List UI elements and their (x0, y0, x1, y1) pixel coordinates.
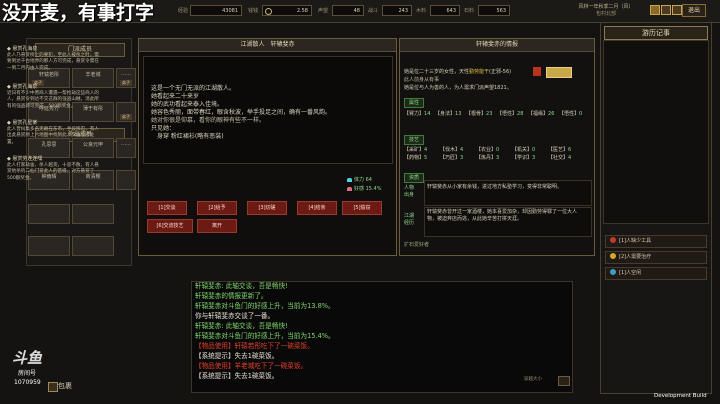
disciple-card[interactable]: …… (116, 138, 136, 158)
disciple-card[interactable] (28, 236, 70, 256)
alert-red-icon (610, 237, 616, 243)
story-line: 这是一个无门无派的江湖散人。 (151, 85, 236, 92)
npc-dialog: 江湖散人 轩辕斐赤 这是一个无门无派的江湖散人。 她看起来二十来岁 她的武功看起… (138, 38, 397, 256)
exchange-skill-button[interactable]: [6]交流技艺 (147, 219, 193, 233)
log-resize-handle[interactable] (558, 376, 570, 386)
log-line: 你与轩辕斐赤交谈了一番。 (195, 312, 275, 320)
journal-entries[interactable] (603, 40, 709, 224)
disciple-card[interactable]: 弟子…… (116, 68, 136, 88)
alert-blue-icon (610, 269, 616, 275)
stamina-icon (347, 178, 352, 182)
room-number: 1070959 (14, 379, 41, 386)
stat-battle: 战斗 243 (368, 5, 412, 16)
disciple-card[interactable]: 弟子 (116, 102, 136, 122)
story-line: 她对你很是仰慕，看你的眼神有些不一样。 (151, 117, 266, 124)
log-line: 【物品使用】羊老城吃下了一碗菜饭。 (195, 362, 308, 370)
disciple-card[interactable] (72, 236, 114, 256)
game-date: 风林一年秋季二月（风） (578, 4, 634, 10)
journal-entry[interactable]: ◆ 悬赏孔海泉 近日有不少中原商人遭遇一帮抢劫这些商人的人，悬赏令到达不交这群的强… (7, 84, 103, 110)
alert-icon[interactable] (533, 67, 541, 76)
stream-overlay-title: 没开麦，有事打字 (2, 2, 155, 24)
room-label: 房间号 (18, 370, 37, 377)
stat-wood: 木料 643 (416, 5, 460, 16)
log-line: 轩辕斐赤对斗鱼门的好感上升，当前为13.8%。 (195, 302, 335, 310)
talk-button[interactable]: [1]交谈 (147, 201, 187, 215)
alert-need-healing[interactable]: [2]人需要治疗 (605, 251, 707, 264)
coin-icon (265, 8, 272, 15)
bag-button[interactable]: 包裹 (58, 382, 72, 391)
alert-missing-tools[interactable]: [1]人缺少工具 (605, 235, 707, 248)
heart-icon (347, 187, 352, 191)
exit-button[interactable]: 退出 (682, 4, 706, 17)
npc-dialog-header: 江湖散人 轩辕斐赤 (139, 39, 396, 52)
log-line: 轩辕斐赤的情报更新了。 (195, 292, 268, 300)
journal-entry[interactable]: ◆ 悬赏孔海泉 此人乃悬赏榜上的要犯，至此人被杀之时，需要到达千古地界的那人方可完… (7, 46, 103, 72)
stat-money: 钱钱 2.58 (248, 5, 312, 16)
log-line: 轩辕斐赤: 此轴交谈，吾是畅快! (195, 282, 288, 290)
stat-stone: 石料 563 (464, 5, 510, 16)
info-header: 轩辕斐赤的情报 (400, 39, 594, 52)
story-line: 只见她： (151, 125, 176, 132)
disciple-card[interactable] (72, 204, 114, 224)
stat-fame: 声望 48 (318, 5, 364, 16)
section-skills: 技艺 (404, 135, 424, 145)
dev-build-label: Development Build (654, 393, 707, 399)
speed-normal-icon[interactable] (661, 5, 671, 15)
disciple-card[interactable] (28, 204, 70, 224)
log-line: 轩辕斐赤对斗鱼门的好感上升，当前为15.4%。 (195, 332, 335, 340)
story-line: 她的武功看起来泰入佳境。 (151, 101, 224, 108)
section-physique: 属性 (404, 98, 424, 108)
steal-button[interactable]: [5]偷窃 (342, 201, 382, 215)
story-line: 身穿 粉红裙衫(略有恶装) (151, 133, 224, 140)
story-line: 她看起来二十来岁 (151, 93, 200, 100)
expand-button[interactable] (546, 67, 572, 78)
log-line: 轩辕斐赤: 此轴交谈，吾是畅快! (195, 322, 288, 330)
journal-entry[interactable]: ◆ 悬赏孔星某 此人曾纠集多名无赖在东市，手段残忍，有人出此悬赏榜上六地图中找到此… (7, 120, 103, 146)
bag-icon[interactable] (48, 382, 58, 392)
story-line: 她容色秀丽，面带春红，眼含秋波，举手投足之间，确有一番风韵。 (151, 109, 332, 116)
give-button[interactable]: [2]给予 (197, 201, 237, 215)
speed-pause-icon[interactable] (650, 5, 660, 15)
spar-button[interactable]: [3]切磋 (247, 201, 287, 215)
log-line: 【物品使用】轩辕若彤吃下了一碗菜饭。 (195, 342, 314, 350)
alert-yellow-icon (610, 253, 616, 259)
leave-button[interactable]: 离开 (197, 219, 237, 233)
speed-fast-icon[interactable] (672, 5, 682, 15)
alert-idle[interactable]: [1]人空闲 (605, 267, 707, 280)
journal-entry[interactable]: ◆ 悬赏劳连连嘿 此人打家劫舍，杀人越货，十恶不赦，有人悬赏他杀的二仙门赏此人的首… (7, 156, 103, 182)
game-location: 包村北部 (595, 11, 616, 17)
journal-title: 游历记事 (604, 26, 708, 40)
marry-button[interactable]: [4]结亲 (297, 201, 337, 215)
log-line: 【系统提示】失去1碗菜饭。 (195, 372, 279, 380)
disciple-card[interactable] (116, 170, 136, 190)
log-size-label: 穿越大小 (524, 377, 542, 382)
stream-logo: 斗鱼 (12, 349, 43, 367)
stat-exp: 经验 43081 (178, 5, 242, 16)
section-background: 资质 (404, 173, 424, 183)
npc-info-panel: 轩辕斐赤的情报 她是位二十三岁的女性，天性勤劳能干(正邪-56) 此人前身从有事… (399, 38, 595, 256)
log-line: 【系统提示】失去1碗菜饭。 (195, 352, 279, 360)
